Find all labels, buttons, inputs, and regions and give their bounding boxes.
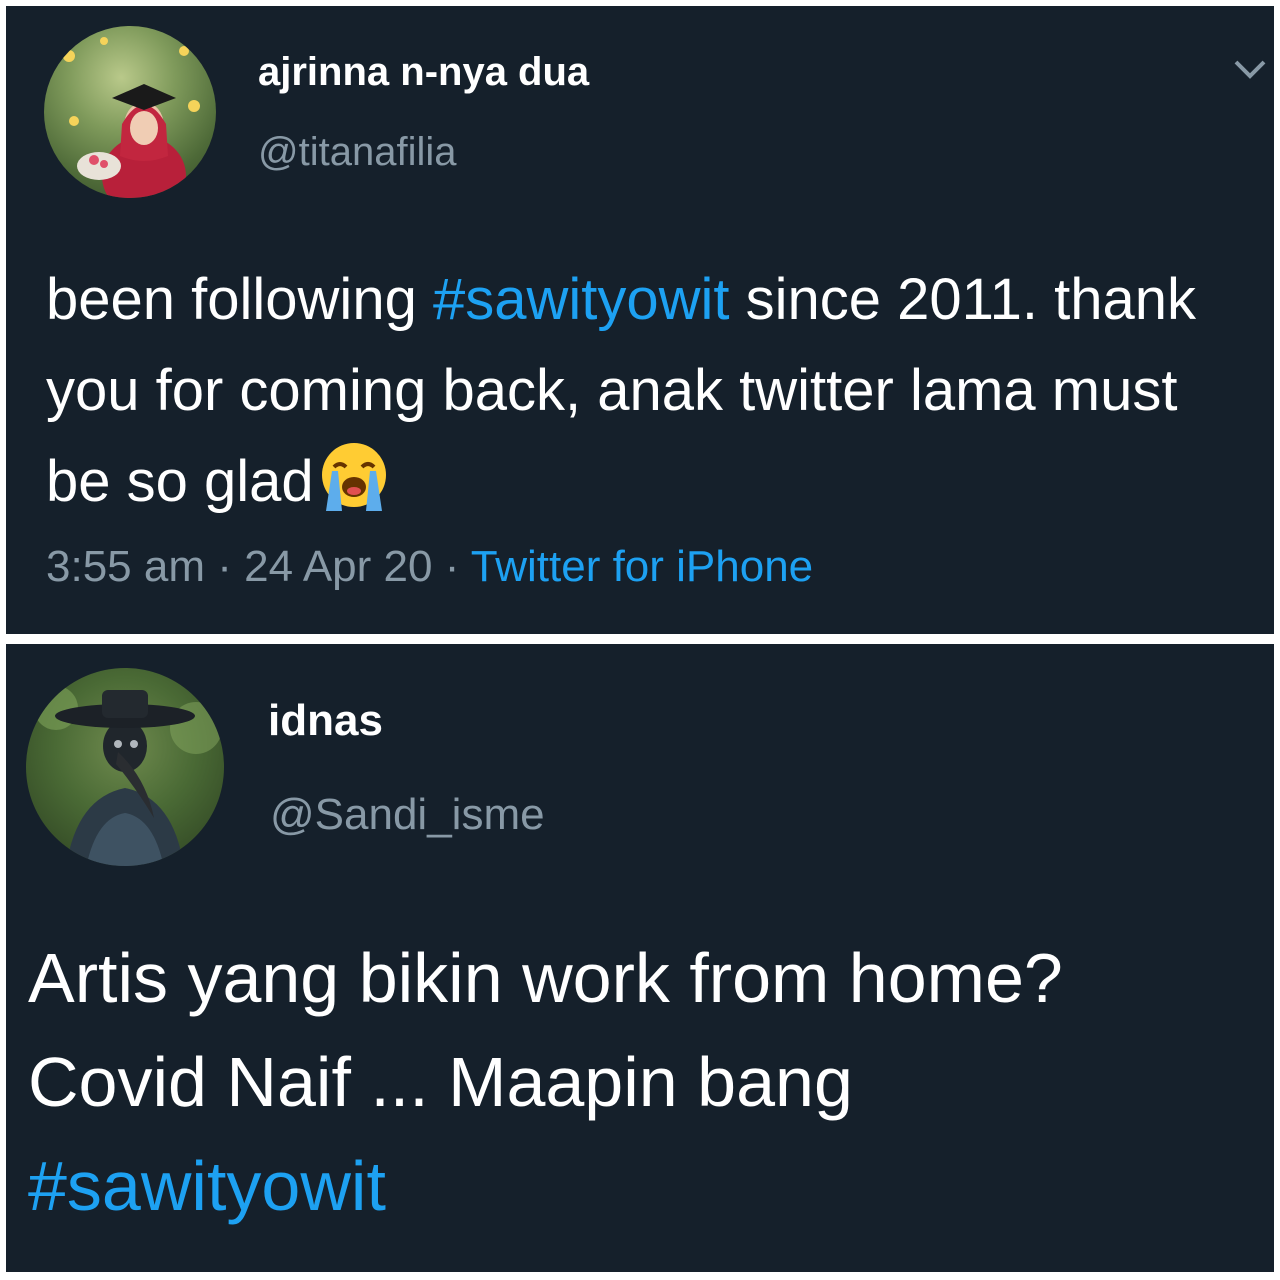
display-name[interactable]: idnas — [268, 696, 383, 746]
tweet-text: been following #sawityowit since 2011. t… — [46, 254, 1256, 527]
tweet-card-1: ajrinna n-nya dua @titanafilia been foll… — [6, 6, 1274, 634]
tweet-text-line: Covid Naif ... Maapin bang — [28, 1043, 853, 1121]
tweet-text: Artis yang bikin work from home? Covid Na… — [28, 926, 1274, 1238]
hashtag-link[interactable]: #sawityowit — [433, 267, 730, 332]
chevron-down-icon[interactable] — [1230, 50, 1270, 90]
date[interactable]: 24 Apr 20 — [244, 542, 432, 591]
avatar-photo — [63, 37, 200, 198]
separator: · — [204, 542, 245, 591]
separator: · — [432, 542, 471, 591]
user-handle[interactable]: @titanafilia — [258, 130, 456, 175]
display-name[interactable]: ajrinna n-nya dua — [258, 50, 589, 95]
tweet-meta: 3:55 am · 24 Apr 20 · Twitter for iPhone — [46, 542, 813, 592]
hashtag-link[interactable]: #sawityowit — [28, 1134, 1274, 1238]
avatar[interactable] — [44, 26, 216, 198]
avatar[interactable] — [26, 668, 224, 866]
tweet-card-2: idnas @Sandi_isme Artis yang bikin work … — [6, 644, 1274, 1272]
avatar-photo — [34, 686, 222, 866]
tweet-text-line: Artis yang bikin work from home? — [28, 939, 1063, 1017]
timestamp[interactable]: 3:55 am — [46, 542, 205, 591]
source-link[interactable]: Twitter for iPhone — [471, 542, 813, 591]
loudly-crying-face-icon — [321, 443, 386, 511]
tweet-text-part: been following — [46, 267, 433, 332]
user-handle[interactable]: @Sandi_isme — [270, 790, 545, 840]
